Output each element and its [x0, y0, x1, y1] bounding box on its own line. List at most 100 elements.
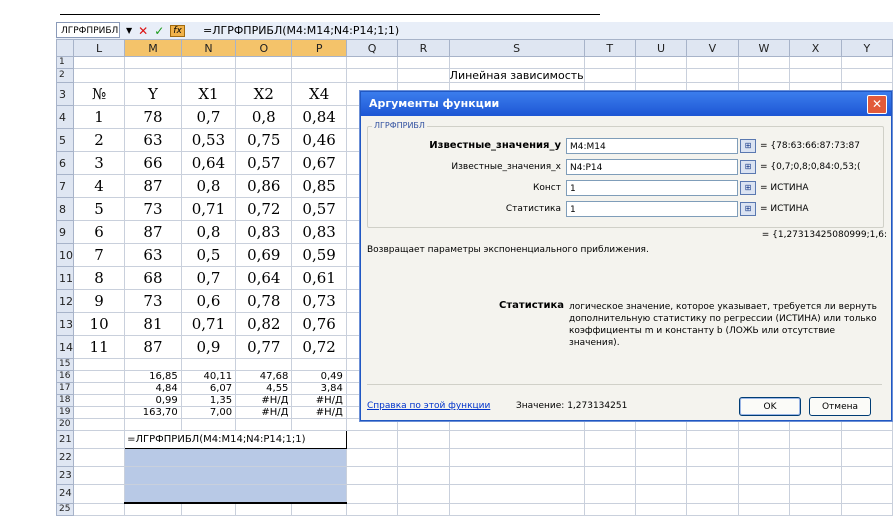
cell[interactable] [397, 56, 450, 69]
cell[interactable] [448, 448, 585, 467]
column-header[interactable]: M [124, 39, 182, 57]
column-header[interactable]: P [291, 39, 347, 57]
cell-stat[interactable]: #Н/Д [291, 394, 347, 407]
arg-input-const[interactable]: 1 [566, 180, 738, 196]
cell[interactable] [72, 68, 126, 83]
dialog-title-bar[interactable]: Аргументы функции ✕ [361, 92, 891, 116]
cell[interactable] [180, 358, 237, 371]
cell-value[interactable]: 78 [124, 105, 182, 129]
cell[interactable] [235, 418, 293, 431]
cell[interactable] [235, 56, 293, 69]
cell-value[interactable]: 0,75 [235, 128, 293, 152]
cell-value[interactable]: 63 [124, 128, 182, 152]
cell-stat[interactable]: 6,07 [180, 382, 237, 395]
column-header[interactable]: T [583, 39, 636, 57]
cell-value[interactable]: 87 [124, 220, 182, 244]
cell-value[interactable]: 10 [72, 312, 126, 336]
cell[interactable] [634, 56, 688, 69]
dropdown-arrow-icon[interactable]: ▼ [126, 26, 132, 35]
cell-value[interactable]: 87 [124, 174, 182, 198]
cell[interactable] [789, 448, 842, 467]
cell-value[interactable]: 0,67 [291, 151, 347, 175]
cell[interactable] [345, 502, 399, 516]
column-header[interactable]: N [180, 39, 237, 57]
cell[interactable] [737, 502, 791, 516]
cell[interactable] [72, 370, 126, 383]
collapse-range-icon[interactable]: ⊞ [740, 139, 756, 153]
arg-input-known-x[interactable]: N4:P14 [566, 159, 738, 175]
collapse-range-icon[interactable]: ⊞ [740, 160, 756, 174]
cell[interactable] [634, 448, 688, 467]
cell[interactable] [686, 56, 739, 69]
cell[interactable] [583, 502, 636, 516]
row-header[interactable]: 17 [56, 382, 74, 395]
cell-value[interactable]: 0,73 [291, 289, 347, 313]
collapse-range-icon[interactable]: ⊞ [740, 181, 756, 195]
cell-value[interactable]: 0,69 [235, 243, 293, 267]
row-header[interactable]: 3 [56, 82, 74, 106]
cell[interactable] [789, 56, 842, 69]
cell-header[interactable]: Y [124, 82, 182, 106]
cell[interactable] [583, 466, 636, 485]
cell[interactable] [235, 502, 293, 516]
arg-input-stats[interactable]: 1 [566, 201, 738, 217]
cell-value[interactable]: 87 [124, 335, 182, 359]
column-header[interactable]: W [737, 39, 791, 57]
cell[interactable] [789, 502, 842, 516]
cell[interactable] [737, 484, 791, 504]
cell[interactable] [840, 466, 893, 485]
cell[interactable] [448, 466, 585, 485]
cell-value[interactable]: 0,72 [235, 197, 293, 221]
cell[interactable] [72, 418, 126, 431]
cancel-icon[interactable]: ✕ [138, 24, 148, 38]
cell-value[interactable]: 0,8 [235, 105, 293, 129]
cell-header[interactable]: X2 [235, 82, 293, 106]
cell[interactable] [583, 484, 636, 504]
cell-stat[interactable]: 1,35 [180, 394, 237, 407]
cell-value[interactable]: 3 [72, 151, 126, 175]
active-cell-m21[interactable]: =ЛГРФПРИБЛ(M4:M14;N4:P14;1;1) [124, 430, 347, 449]
help-link[interactable]: Справка по этой функции [367, 401, 490, 411]
cell-header[interactable]: X1 [180, 82, 237, 106]
cell[interactable] [180, 502, 237, 516]
cell[interactable] [291, 68, 347, 83]
cell[interactable] [840, 484, 893, 504]
cell[interactable] [124, 358, 182, 371]
cell[interactable] [448, 484, 585, 504]
cell-value[interactable]: 0,5 [180, 243, 237, 267]
cell[interactable] [235, 358, 293, 371]
row-header[interactable]: 1 [56, 56, 74, 69]
cell-stat[interactable]: 4,55 [235, 382, 293, 395]
cell[interactable] [345, 56, 399, 69]
cell[interactable] [840, 68, 893, 83]
selected-range[interactable] [124, 466, 347, 485]
cell[interactable] [789, 430, 842, 449]
cell[interactable] [448, 502, 585, 516]
close-icon[interactable]: ✕ [867, 95, 887, 114]
cell[interactable] [789, 68, 842, 83]
column-header[interactable]: Y [840, 39, 893, 57]
cell-value[interactable]: 0,57 [235, 151, 293, 175]
cell-stat[interactable]: #Н/Д [235, 406, 293, 419]
cell-value[interactable]: 0,8 [180, 174, 237, 198]
cell-value[interactable]: 1 [72, 105, 126, 129]
selected-range[interactable] [124, 484, 347, 504]
row-header[interactable]: 20 [56, 418, 74, 431]
cell[interactable] [397, 466, 450, 485]
cell[interactable] [72, 502, 126, 516]
row-header[interactable]: 13 [56, 312, 74, 336]
cell-value[interactable]: 8 [72, 266, 126, 290]
cell[interactable] [72, 430, 126, 449]
cell[interactable] [180, 68, 237, 83]
cell[interactable] [634, 430, 688, 449]
row-header[interactable]: 2 [56, 68, 74, 83]
cell-stat[interactable]: 163,70 [124, 406, 182, 419]
cell-header[interactable]: № [72, 82, 126, 106]
row-header[interactable]: 22 [56, 448, 74, 467]
row-header[interactable]: 5 [56, 128, 74, 152]
cell-value[interactable]: 0,53 [180, 128, 237, 152]
cell[interactable] [291, 502, 347, 516]
cell[interactable] [397, 448, 450, 467]
cell[interactable] [737, 68, 791, 83]
row-header[interactable]: 7 [56, 174, 74, 198]
